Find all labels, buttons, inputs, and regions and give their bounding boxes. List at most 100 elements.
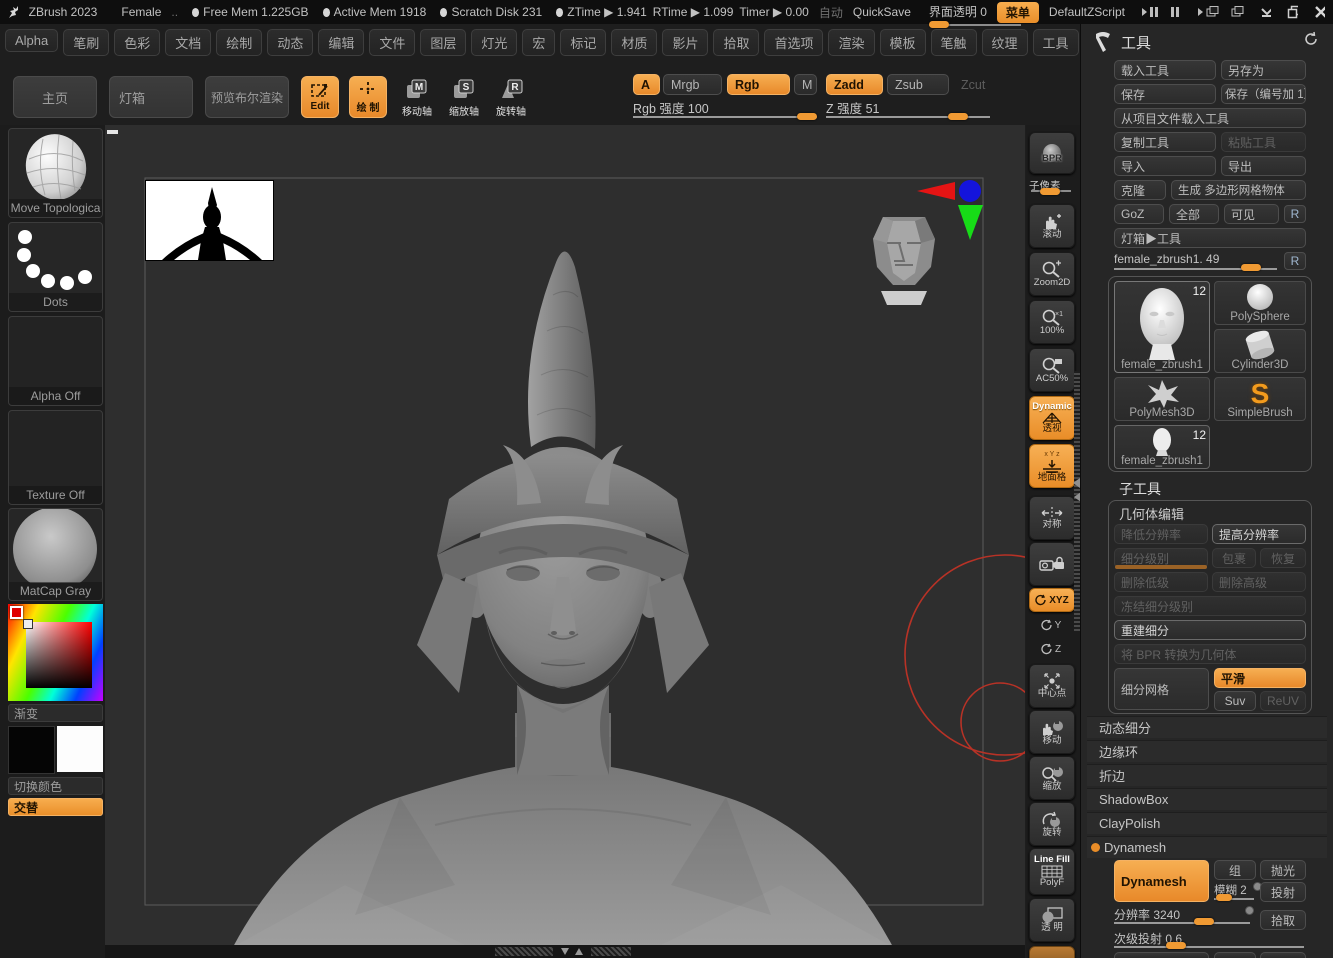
import-button[interactable]: 导入 [1114, 156, 1216, 176]
strip-partial-button[interactable] [1029, 946, 1075, 958]
active-tool-handle[interactable] [1241, 264, 1261, 271]
section-edgeloop[interactable]: 边缘环 [1087, 740, 1327, 762]
rotate-z-button[interactable]: Z [1029, 638, 1073, 660]
geometry-title[interactable]: 几何体编辑 [1119, 504, 1184, 523]
export-button[interactable]: 导出 [1221, 156, 1306, 176]
bpr-to-geo-button[interactable]: 将 BPR 转换为几何体 [1114, 644, 1306, 664]
menu-item-picker[interactable]: 拾取 [713, 29, 760, 56]
scrollbar-arrows[interactable] [557, 947, 587, 956]
menu-item-texture[interactable]: 纹理 [981, 29, 1028, 56]
sv-square[interactable] [26, 622, 92, 688]
scale-3d-button[interactable]: 缩放 [1029, 756, 1075, 800]
clone-button[interactable]: 克隆 [1114, 180, 1166, 200]
dynamesh-project-button[interactable]: 投射 [1260, 882, 1306, 902]
subpixel-slider[interactable]: 子像素 [1029, 176, 1073, 200]
menu-item-stroke[interactable]: 笔触 [930, 29, 977, 56]
dynamesh-pick-button[interactable]: 拾取 [1260, 910, 1306, 930]
mrgb-button[interactable]: Mrgb [663, 74, 722, 95]
set-pivot-button[interactable]: 中心点 [1029, 664, 1075, 708]
menu-item-stencil[interactable]: 模板 [879, 29, 926, 56]
preview-boolean-button[interactable]: 预览布尔渲染 [205, 76, 289, 118]
subprojection-handle[interactable] [1166, 942, 1186, 949]
tool-thumb-polysphere[interactable]: PolySphere [1214, 281, 1306, 325]
dynamesh-group-button[interactable]: 组 [1214, 860, 1256, 880]
subprojection-slider[interactable]: 次级投射 0.6 [1114, 930, 1306, 949]
dynamesh-blur-slider[interactable]: 模糊 2 [1214, 882, 1256, 901]
minimize-button[interactable] [1260, 5, 1271, 19]
active-tool-slider[interactable]: female_zbrush1. 49 [1114, 252, 1279, 271]
secondary-color-swatch[interactable] [57, 726, 103, 772]
make-polymesh-button[interactable]: 生成 多边形网格物体 [1171, 180, 1306, 200]
load-from-project-button[interactable]: 从项目文件载入工具 [1114, 108, 1306, 128]
zscript-name[interactable]: DefaultZScript [1049, 5, 1125, 19]
smt-button[interactable]: 平滑 [1214, 668, 1306, 688]
menu-item-render[interactable]: 渲染 [828, 29, 875, 56]
move-axis-button[interactable]: M 移动轴 [396, 78, 438, 118]
menu-item-draw[interactable]: 绘制 [216, 29, 263, 56]
clipped-button[interactable] [1260, 952, 1306, 958]
zoom2d-button[interactable]: Zoom2D [1029, 252, 1075, 296]
symmetry-button[interactable]: 对称 [1029, 496, 1075, 540]
dock-panel-icons[interactable] [1198, 5, 1244, 19]
floor-grid-button[interactable]: x Y z 地面格 [1029, 444, 1075, 488]
blur-handle[interactable] [1216, 894, 1232, 901]
main-color-swatch[interactable] [8, 726, 55, 774]
color-picker[interactable] [8, 604, 103, 701]
camera-nav-head[interactable] [873, 217, 935, 305]
divider-left-right-icons[interactable] [1141, 5, 1183, 19]
menu-item-light[interactable]: 灯光 [471, 29, 518, 56]
rotate-axis-button[interactable]: R 旋转轴 [490, 78, 532, 118]
quicksave-button[interactable]: QuickSave [853, 5, 911, 19]
goz-all-button[interactable]: 全部 [1169, 204, 1219, 224]
del-lower-button[interactable]: 删除低级 [1114, 572, 1208, 592]
menu-item-color[interactable]: 色彩 [114, 29, 161, 56]
texture-swatch[interactable]: Texture Off [8, 410, 103, 505]
auto-toggle[interactable]: 自动 [819, 4, 843, 21]
zsub-button[interactable]: Zsub [887, 74, 949, 95]
clipped-button[interactable] [1214, 952, 1256, 958]
lightbox-button[interactable]: 灯箱 [109, 76, 193, 118]
subpixel-handle[interactable] [1040, 188, 1060, 195]
actual-size-button[interactable]: ×1 100% [1029, 300, 1075, 344]
camera-lock-button[interactable] [1029, 542, 1075, 586]
tool-thumb-simplebrush[interactable]: S SimpleBrush [1214, 377, 1306, 421]
menu-item-tool[interactable]: 工具 [1032, 29, 1079, 56]
load-tool-button[interactable]: 载入工具 [1114, 60, 1216, 80]
tool-thumb-female-small[interactable]: 12 female_zbrush1 [1114, 425, 1210, 469]
higher-res-button[interactable]: 提高分辨率 [1212, 524, 1306, 544]
bpr-button[interactable]: BPR [1029, 132, 1075, 174]
edit-button[interactable]: Edit [301, 76, 339, 118]
rotate-y-button[interactable]: Y [1029, 614, 1073, 636]
restore-button[interactable] [1287, 5, 1298, 19]
paste-tool-button[interactable]: 粘贴工具 [1221, 132, 1306, 152]
wrap-button[interactable]: 包裹 [1212, 548, 1256, 568]
goz-visible-button[interactable]: 可见 [1224, 204, 1279, 224]
save-inc-button[interactable]: 保存（编号加 1） [1221, 84, 1306, 104]
menu-item-layer[interactable]: 图层 [420, 29, 467, 56]
save-as-button[interactable]: 另存为 [1221, 60, 1306, 80]
section-claypolish[interactable]: ClayPolish [1087, 812, 1327, 834]
resolution-dot[interactable] [1245, 906, 1254, 915]
rotate-3d-button[interactable]: 旋转 [1029, 802, 1075, 846]
switch-color-button[interactable]: 切换颜色 [8, 777, 103, 795]
reconstruct-button[interactable]: 重建细分 [1114, 620, 1306, 640]
rgb-button[interactable]: Rgb [727, 74, 790, 95]
rgb-intensity-slider[interactable]: Rgb 强度 100 [633, 98, 818, 120]
section-dynamesh[interactable]: Dynamesh [1087, 836, 1327, 858]
tool-r-button[interactable]: R [1284, 252, 1306, 270]
z-intensity-slider[interactable]: Z 强度 51 [826, 98, 991, 120]
reuv-button[interactable]: ReUV [1260, 691, 1306, 711]
clipped-button[interactable] [1114, 952, 1209, 958]
suv-button[interactable]: Suv [1214, 691, 1256, 711]
alternate-button[interactable]: 交替 [8, 798, 103, 816]
tool-thumb-female-large[interactable]: 12 female_zbrush1 [1114, 281, 1210, 373]
canvas-h-scrollbar[interactable] [105, 945, 1025, 958]
document-preview-thumbnail[interactable] [145, 180, 274, 261]
menu-item-material[interactable]: 材质 [611, 29, 658, 56]
rotate-xyz-button[interactable]: XYZ [1029, 588, 1075, 612]
brush-swatch[interactable]: Move Topologica [8, 128, 103, 218]
divide-button[interactable]: 细分网格 [1114, 668, 1209, 710]
menu-item-dynamic[interactable]: 动态 [267, 29, 314, 56]
sv-cursor[interactable] [23, 619, 33, 629]
mrgb-a-button[interactable]: A [633, 74, 660, 95]
